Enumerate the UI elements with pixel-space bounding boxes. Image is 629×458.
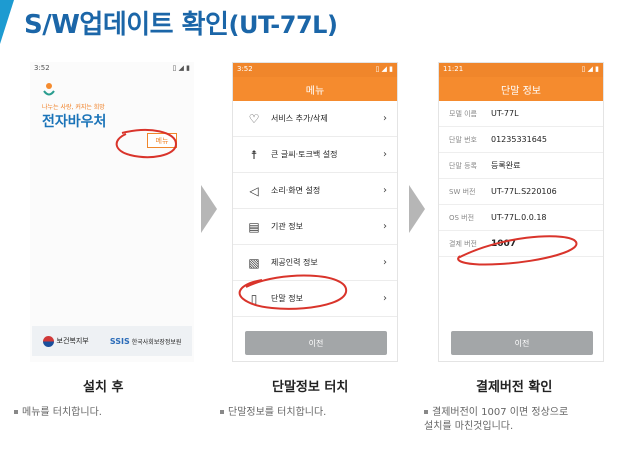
screen-after-install: 3:52 ▯ ◢ ▮ 나누는 사랑, 커지는 희망 전자바우처 메뉴 보건복지부… bbox=[30, 62, 194, 362]
info-value: 1007 bbox=[491, 238, 517, 249]
info-key: SW 버전 bbox=[449, 187, 476, 196]
menu-item-device-info[interactable]: ▯ 단말 정보 › bbox=[233, 281, 397, 317]
step-caption: 결제버전 확인 bbox=[476, 380, 553, 395]
menu-item-label: 기관 정보 bbox=[271, 222, 303, 231]
screen-menu: 3:52 ▯ ◢ ▮ 메뉴 ♡ 서비스 추가/삭제 › ☨ 큰 글씨·토크백 설… bbox=[232, 62, 398, 362]
info-key: OS 버전 bbox=[449, 213, 475, 222]
menu-item-sound-screen[interactable]: ◁ 소리·화면 설정 › bbox=[233, 173, 397, 209]
gov-logo: 보건복지부 bbox=[42, 335, 89, 347]
note-text: 단말정보를 터치합니다. bbox=[228, 407, 327, 418]
step-note: 메뉴를 터치합니다. bbox=[14, 406, 102, 420]
step-note: 결제버전이 1007 이면 정상으로 설치를 마친것입니다. bbox=[424, 406, 624, 434]
info-row-sw-version: SW 버전 UT-77L.S220106 bbox=[439, 179, 603, 205]
title-main: S/W업데이트 확인 bbox=[24, 10, 229, 40]
next-step-arrow-icon bbox=[201, 185, 217, 233]
signal-icon: ▯ ◢ ▮ bbox=[581, 65, 599, 73]
gov-name: 보건복지부 bbox=[56, 337, 89, 345]
info-row-os-version: OS 버전 UT-77L.0.0.18 bbox=[439, 205, 603, 231]
title-suffix: (UT-77L) bbox=[228, 11, 338, 39]
menu-item-label: 제공인력 정보 bbox=[271, 258, 318, 267]
status-time: 11:21 bbox=[443, 65, 464, 73]
status-time: 3:52 bbox=[237, 65, 253, 73]
menu-list: ♡ 서비스 추가/삭제 › ☨ 큰 글씨·토크백 설정 › ◁ 소리·화면 설정… bbox=[233, 101, 397, 317]
step-caption: 설치 후 bbox=[83, 380, 124, 395]
heart-plus-icon: ♡ bbox=[248, 111, 260, 126]
menu-item-label: 서비스 추가/삭제 bbox=[271, 114, 328, 123]
info-row-device-number: 단말 번호 01235331645 bbox=[439, 127, 603, 153]
ssis-name: 한국사회보장정보원 bbox=[131, 338, 182, 346]
document-icon: ▤ bbox=[248, 219, 260, 234]
chevron-right-icon: › bbox=[383, 185, 387, 196]
menu-item-provider-info[interactable]: ▧ 제공인력 정보 › bbox=[233, 245, 397, 281]
note-text: 메뉴를 터치합니다. bbox=[22, 407, 102, 418]
app-brand: 전자바우처 bbox=[42, 114, 107, 130]
person-document-icon: ▧ bbox=[248, 255, 260, 270]
menu-button[interactable]: 메뉴 bbox=[147, 133, 177, 148]
info-value: UT-77L bbox=[491, 109, 519, 118]
next-step-arrow-icon bbox=[409, 185, 425, 233]
menu-item-service-add-remove[interactable]: ♡ 서비스 추가/삭제 › bbox=[233, 101, 397, 137]
app-header: 단말 정보 bbox=[439, 77, 603, 101]
step-note: 단말정보를 터치합니다. bbox=[220, 406, 326, 420]
info-key: 모델 이름 bbox=[449, 109, 477, 118]
menu-item-label: 소리·화면 설정 bbox=[271, 186, 321, 195]
menu-item-label: 단말 정보 bbox=[271, 294, 303, 303]
ssis-mark: SSIS bbox=[109, 336, 130, 346]
bullet-icon bbox=[14, 410, 18, 414]
info-key: 단말 등록 bbox=[449, 161, 477, 170]
info-key: 단말 번호 bbox=[449, 135, 477, 144]
status-bar: 3:52 ▯ ◢ ▮ bbox=[30, 62, 194, 76]
info-row-registration: 단말 등록 등록완료 bbox=[439, 153, 603, 179]
chevron-right-icon: › bbox=[383, 149, 387, 160]
info-value: UT-77L.0.0.18 bbox=[491, 213, 547, 222]
chevron-right-icon: › bbox=[383, 257, 387, 268]
info-value: 등록완료 bbox=[491, 161, 521, 170]
voucher-logo-icon bbox=[43, 83, 55, 96]
screen-device-info: 11:21 ▯ ◢ ▮ 단말 정보 모델 이름 UT-77L 단말 번호 012… bbox=[438, 62, 604, 362]
menu-item-institution-info[interactable]: ▤ 기관 정보 › bbox=[233, 209, 397, 245]
chevron-right-icon: › bbox=[383, 293, 387, 304]
app-slogan: 나누는 사랑, 커지는 희망 bbox=[42, 104, 105, 111]
info-value: UT-77L.S220106 bbox=[491, 187, 557, 196]
chevron-right-icon: › bbox=[383, 113, 387, 124]
menu-item-label: 큰 글씨·토크백 설정 bbox=[271, 150, 338, 159]
corner-accent bbox=[0, 0, 14, 44]
info-key: 결제 버전 bbox=[449, 239, 477, 248]
menu-item-large-font-talkback[interactable]: ☨ 큰 글씨·토크백 설정 › bbox=[233, 137, 397, 173]
status-bar: 11:21 ▯ ◢ ▮ bbox=[439, 63, 603, 77]
status-bar: 3:52 ▯ ◢ ▮ bbox=[233, 63, 397, 77]
accessibility-icon: ☨ bbox=[250, 147, 258, 162]
chevron-right-icon: › bbox=[383, 221, 387, 232]
app-header: 메뉴 bbox=[233, 77, 397, 101]
prev-button[interactable]: 이전 bbox=[451, 331, 593, 355]
info-row-model: 모델 이름 UT-77L bbox=[439, 101, 603, 127]
signal-icon: ▯ ◢ ▮ bbox=[172, 64, 190, 72]
footer-logos: 보건복지부 SSIS 한국사회보장정보원 bbox=[32, 326, 192, 356]
taegeuk-icon bbox=[42, 335, 54, 347]
step-caption: 단말정보 터치 bbox=[272, 380, 349, 395]
info-value: 01235331645 bbox=[491, 135, 547, 144]
bullet-icon bbox=[424, 410, 428, 414]
page-title: S/W업데이트 확인(UT-77L) bbox=[24, 4, 338, 41]
info-row-payment-version: 결제 버전 1007 bbox=[439, 231, 603, 257]
note-text: 결제버전이 1007 이면 정상으로 설치를 마친것입니다. bbox=[424, 407, 569, 432]
status-time: 3:52 bbox=[34, 64, 50, 72]
speaker-icon: ◁ bbox=[249, 183, 259, 198]
signal-icon: ▯ ◢ ▮ bbox=[375, 65, 393, 73]
bullet-icon bbox=[220, 410, 224, 414]
prev-button[interactable]: 이전 bbox=[245, 331, 387, 355]
ssis-logo: SSIS 한국사회보장정보원 bbox=[110, 337, 182, 346]
phone-device-icon: ▯ bbox=[250, 291, 258, 306]
